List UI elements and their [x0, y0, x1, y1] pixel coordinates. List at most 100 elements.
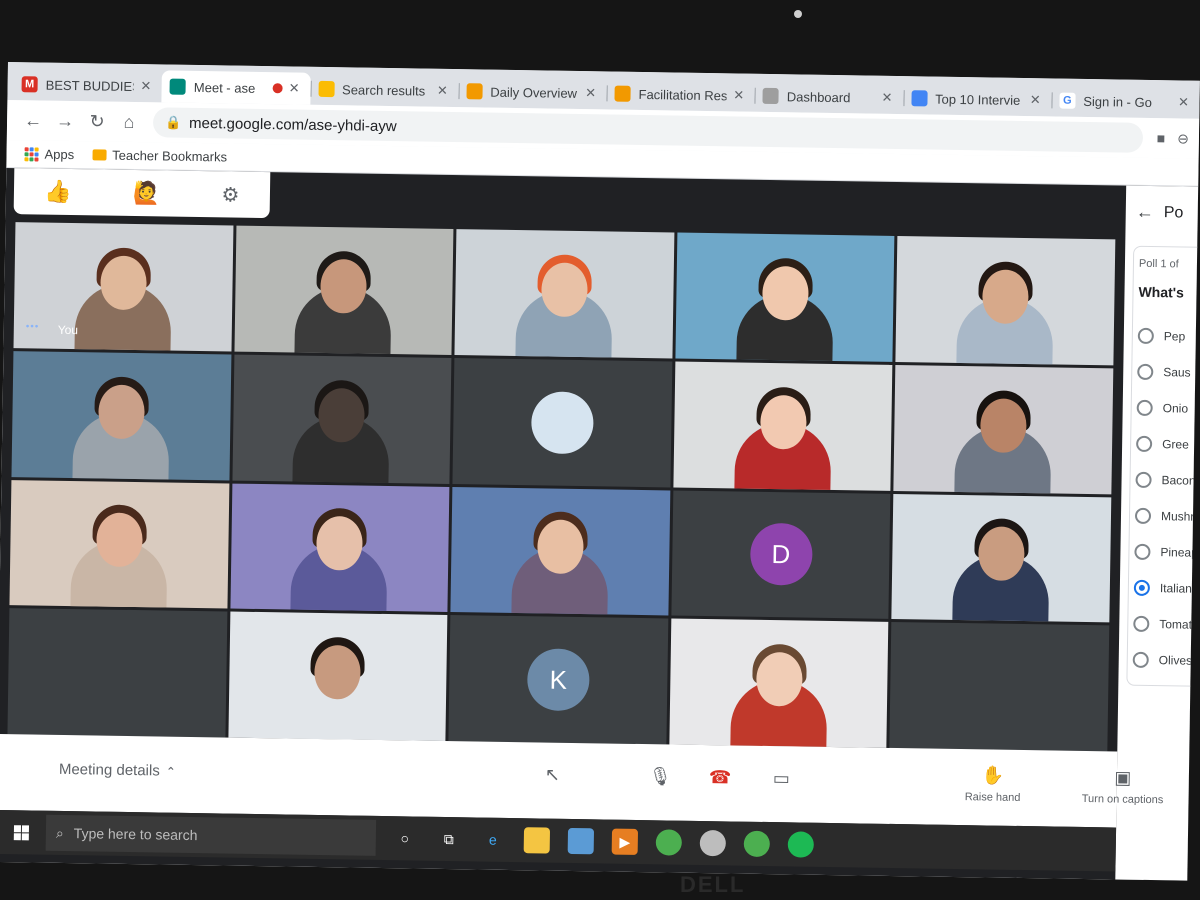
reload-icon[interactable]: ↻: [81, 105, 113, 137]
participant-tile[interactable]: [11, 350, 232, 481]
poll-option[interactable]: Italian B: [1133, 579, 1200, 597]
participant-tile[interactable]: D: [671, 490, 891, 620]
participant-tile: [889, 622, 1110, 752]
chrome-icon[interactable]: [655, 829, 683, 856]
poll-option[interactable]: Pep: [1137, 327, 1186, 345]
poll-option-label: Pineapp: [1160, 545, 1200, 560]
participant-tile[interactable]: [673, 361, 893, 491]
home-icon[interactable]: ⌂: [113, 106, 145, 138]
participant-tile[interactable]: [454, 229, 675, 359]
tab-5[interactable]: Dashboard ✕: [755, 80, 904, 114]
raise-hand-control-icon[interactable]: ✋: [943, 765, 1043, 788]
camera-in-use-icon[interactable]: ■: [1157, 130, 1166, 147]
tab-title: Daily Overview: [490, 84, 578, 101]
participant-tile[interactable]: ••• You: [13, 222, 234, 352]
radio-icon[interactable]: [1132, 651, 1149, 668]
tab-3[interactable]: Daily Overview ✕: [458, 75, 607, 109]
back-icon[interactable]: ←: [17, 104, 49, 136]
store-icon[interactable]: [567, 827, 595, 855]
close-tab-icon[interactable]: ✕: [138, 78, 154, 94]
poll-option[interactable]: Tomato: [1133, 615, 1199, 633]
radio-icon[interactable]: [1136, 399, 1153, 417]
participant-tile[interactable]: [228, 611, 448, 741]
radio-icon[interactable]: [1134, 507, 1152, 525]
bookmark-apps[interactable]: Apps: [24, 146, 74, 162]
radio-icon[interactable]: [1137, 327, 1154, 345]
end-call-icon[interactable]: ☎: [709, 767, 732, 788]
camera-icon[interactable]: ▭: [773, 768, 790, 789]
reaction-bar: 👍 🙋 ⚙: [13, 168, 271, 219]
participant-tile[interactable]: [893, 364, 1114, 494]
radio-icon[interactable]: [1133, 615, 1150, 632]
participant-tile[interactable]: [891, 493, 1112, 623]
tab-2[interactable]: Search results ✕: [310, 73, 459, 107]
radio-icon[interactable]: [1136, 435, 1153, 453]
audio-level-icon: •••: [25, 321, 40, 333]
bookmark-folder-label: Teacher Bookmarks: [112, 147, 228, 165]
radio-icon[interactable]: [1134, 543, 1151, 561]
laptop-bezel: M BEST BUDDIES ✕ Meet - ase ✕ Search results ✕…: [0, 0, 1200, 900]
radio-icon[interactable]: [1135, 471, 1152, 489]
participant-tile[interactable]: [895, 235, 1116, 366]
edge-icon[interactable]: e: [480, 827, 506, 853]
meeting-details-button[interactable]: Meeting details ⌃: [59, 761, 176, 780]
cortana-icon[interactable]: ○: [392, 825, 418, 851]
microphone-icon[interactable]: 🎙: [649, 766, 672, 787]
tab-title: Meet - ase: [193, 79, 256, 96]
tab-6[interactable]: Top 10 Intervie ✕: [903, 82, 1052, 116]
close-tab-icon[interactable]: ✕: [434, 83, 450, 99]
poll-option[interactable]: Onio: [1136, 399, 1189, 417]
participant-tile[interactable]: [230, 483, 450, 613]
captions-icon[interactable]: ▣: [1073, 767, 1173, 790]
spotify-icon[interactable]: [787, 831, 815, 858]
poll-option[interactable]: Saus: [1137, 363, 1191, 381]
taskbar-search[interactable]: ⌕ Type here to search: [45, 814, 377, 856]
windows-logo-icon: [13, 824, 29, 840]
poll-option[interactable]: Pineapp: [1134, 543, 1200, 561]
back-arrow-icon[interactable]: ←: [1136, 202, 1154, 223]
close-tab-icon[interactable]: ✕: [1175, 94, 1191, 110]
chrome-profile-icon[interactable]: [743, 830, 771, 858]
poll-question: What's: [1138, 283, 1184, 301]
zoom-icon[interactable]: ⊖: [1177, 130, 1189, 147]
search-icon: ⌕: [55, 824, 64, 841]
radio-icon[interactable]: [1137, 363, 1154, 381]
close-tab-icon[interactable]: ✕: [286, 80, 302, 96]
tab-4[interactable]: Facilitation Res ✕: [606, 77, 755, 111]
participant-tile[interactable]: [232, 354, 452, 484]
poll-option[interactable]: Bacon: [1135, 471, 1196, 489]
forward-icon[interactable]: →: [49, 105, 81, 137]
participant-tile[interactable]: [675, 232, 895, 362]
poll-panel-title: Po: [1163, 204, 1184, 222]
apps-grid-icon: [24, 146, 39, 161]
close-tab-icon[interactable]: ✕: [879, 90, 895, 106]
participant-tile[interactable]: K: [448, 615, 669, 745]
thumbs-up-icon[interactable]: 👍: [44, 179, 72, 205]
app-icon[interactable]: [699, 829, 727, 857]
participant-tile: [7, 608, 227, 738]
participant-tile[interactable]: [452, 357, 673, 487]
radio-icon[interactable]: [1133, 579, 1151, 596]
tab-0[interactable]: M BEST BUDDIES ✕: [13, 68, 162, 102]
task-view-icon[interactable]: ⧉: [436, 826, 462, 852]
participant-tile[interactable]: [234, 225, 454, 355]
close-tab-icon[interactable]: ✕: [731, 87, 747, 103]
tab-1[interactable]: Meet - ase ✕: [161, 70, 311, 105]
tab-title: BEST BUDDIES: [45, 77, 135, 94]
bookmark-folder-teacher[interactable]: Teacher Bookmarks: [92, 147, 227, 164]
media-icon[interactable]: ▶: [611, 828, 639, 855]
tab-7[interactable]: G Sign in - Go ✕: [1051, 84, 1200, 118]
participant-tile[interactable]: [9, 479, 230, 609]
poll-option[interactable]: Mushro: [1134, 507, 1200, 525]
close-tab-icon[interactable]: ✕: [582, 85, 598, 101]
raise-hand-icon[interactable]: 🙋: [133, 180, 161, 206]
participant-tile[interactable]: [450, 486, 671, 616]
gear-icon[interactable]: ⚙: [221, 182, 239, 207]
start-button[interactable]: [0, 824, 46, 840]
close-tab-icon[interactable]: ✕: [1027, 92, 1043, 108]
poll-option[interactable]: Gree: [1136, 435, 1189, 453]
file-explorer-icon[interactable]: [523, 827, 551, 854]
lock-icon: 🔒: [164, 114, 182, 130]
participant-tile[interactable]: [669, 618, 889, 748]
poll-option[interactable]: Olives: [1132, 651, 1193, 669]
